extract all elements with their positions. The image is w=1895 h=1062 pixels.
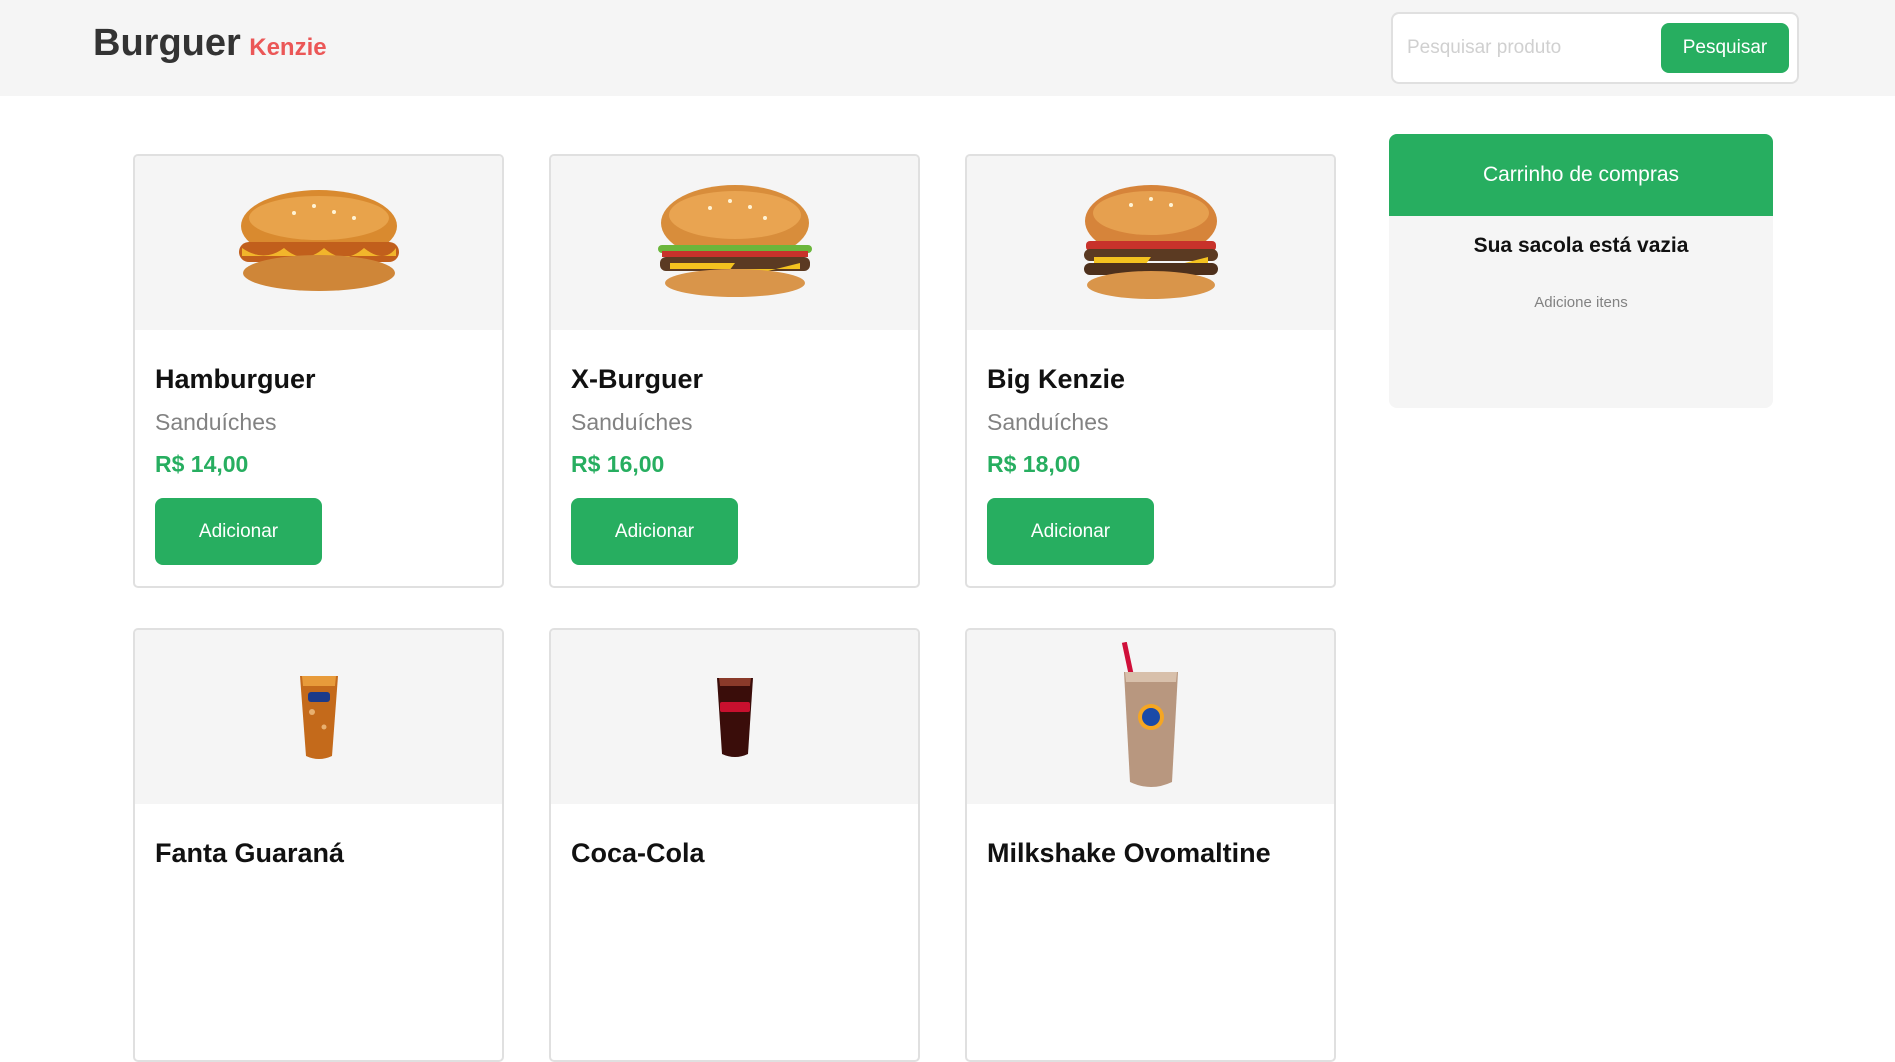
- product-price: R$ 16,00: [571, 451, 665, 477]
- top-header: Burguer Kenzie Pesquisar: [0, 0, 1895, 96]
- search-button[interactable]: Pesquisar: [1661, 23, 1789, 73]
- product-name: Coca-Cola: [571, 838, 705, 868]
- milkshake-icon: [1121, 642, 1178, 787]
- search-input[interactable]: [1407, 28, 1647, 68]
- cart-empty-message: Sua sacola está vazia: [1473, 234, 1689, 257]
- add-to-cart-button[interactable]: Adicionar: [155, 498, 322, 565]
- product-name: Fanta Guaraná: [155, 838, 345, 868]
- double-burger-icon: [1083, 185, 1218, 299]
- product-card: Hamburguer Sanduíches R$ 14,00 Adicionar: [133, 154, 504, 588]
- cart-title: Carrinho de compras: [1389, 134, 1773, 216]
- product-card: Fanta Guaraná: [133, 628, 504, 1062]
- search-box: Pesquisar: [1391, 12, 1799, 84]
- cheeseburger-icon: [657, 185, 812, 297]
- logo-main-text: Burguer: [93, 22, 241, 64]
- product-card: Coca-Cola: [549, 628, 920, 1062]
- product-image: [967, 630, 1334, 804]
- product-card: Milkshake Ovomaltine: [965, 628, 1336, 1062]
- product-image: [135, 156, 502, 330]
- product-image: [135, 630, 502, 804]
- add-to-cart-button[interactable]: Adicionar: [987, 498, 1154, 565]
- product-name: Big Kenzie: [987, 364, 1126, 394]
- cola-glass-icon: [716, 678, 753, 757]
- cart-hint: Adicione itens: [1534, 294, 1628, 311]
- soda-glass-icon: [299, 676, 338, 759]
- product-category: Sanduíches: [987, 409, 1109, 435]
- product-category: Sanduíches: [571, 409, 693, 435]
- product-price: R$ 18,00: [987, 451, 1081, 477]
- product-name: X-Burguer: [571, 364, 704, 394]
- product-image: [967, 156, 1334, 330]
- burger-icon: [238, 190, 399, 291]
- logo-accent-text: Kenzie: [249, 34, 327, 61]
- add-to-cart-button[interactable]: Adicionar: [571, 498, 738, 565]
- product-category: Sanduíches: [155, 409, 277, 435]
- shopping-cart: Carrinho de compras Sua sacola está vazi…: [1389, 134, 1773, 408]
- product-card: X-Burguer Sanduíches R$ 16,00 Adicionar: [549, 154, 920, 588]
- product-name: Hamburguer: [155, 364, 316, 394]
- logo: Burguer Kenzie: [93, 22, 327, 65]
- product-image: [551, 630, 918, 804]
- product-price: R$ 14,00: [155, 451, 249, 477]
- product-card: Big Kenzie Sanduíches R$ 18,00 Adicionar: [965, 154, 1336, 588]
- product-name: Milkshake Ovomaltine: [987, 838, 1271, 868]
- product-image: [551, 156, 918, 330]
